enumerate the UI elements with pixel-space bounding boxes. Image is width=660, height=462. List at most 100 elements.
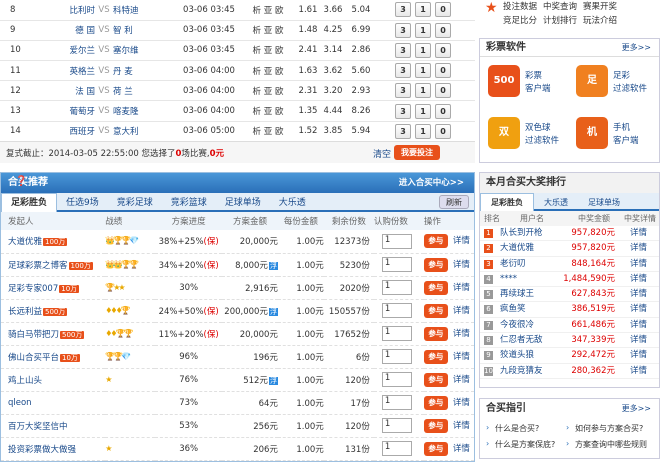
rank-user[interactable]: 今夜很冷 [500, 318, 534, 333]
analysis-links[interactable]: 析 亚 欧 [245, 121, 291, 142]
tab-0[interactable]: 足彩胜负 [1, 193, 58, 212]
rank-user[interactable]: 九段竞猜友 [500, 364, 543, 379]
initiator-name[interactable]: 投资彩票做大做强 [8, 445, 76, 455]
subscribe-input[interactable]: 1 [381, 303, 412, 318]
home-team[interactable]: 西班牙 [40, 121, 95, 142]
app-item[interactable]: 双双色球 过滤软件 [488, 117, 573, 157]
rank-user[interactable]: 老衍叨 [500, 257, 526, 272]
quick-link[interactable]: 赛果开奖 [583, 2, 617, 12]
subscribe-input[interactable]: 1 [381, 257, 412, 272]
subscribe-input[interactable]: 1 [381, 395, 412, 410]
pick-1-button[interactable]: 1 [415, 63, 431, 79]
detail-link[interactable]: 详情 [453, 283, 470, 293]
away-team[interactable]: 意大利 [113, 121, 173, 142]
initiator-name[interactable]: 鸡上山头 [8, 376, 42, 386]
refresh-button[interactable]: 刷新 [439, 195, 469, 209]
rank-tab-0[interactable]: 足彩胜负 [480, 193, 534, 211]
tab-4[interactable]: 足球单场 [216, 194, 270, 213]
rank-user[interactable]: 再续球王 [500, 287, 534, 302]
home-team[interactable]: 比利时 [40, 0, 95, 21]
analysis-links[interactable]: 析 亚 欧 [245, 20, 291, 41]
rank-detail[interactable]: 详情 [630, 287, 647, 302]
analysis-links[interactable]: 析 亚 欧 [245, 40, 291, 62]
subscribe-input[interactable]: 1 [381, 280, 412, 295]
rank-detail[interactable]: 详情 [630, 226, 647, 241]
pick-3-button[interactable]: 3 [395, 103, 411, 119]
join-button[interactable]: 参与 [423, 257, 448, 272]
rank-tab-1[interactable]: 大乐透 [534, 194, 578, 212]
detail-link[interactable]: 详情 [453, 375, 470, 385]
guide-link[interactable]: 如何参与方案合买? [575, 423, 643, 434]
pick-0-button[interactable]: 0 [435, 83, 451, 99]
quick-link[interactable]: 竞足比分 [503, 16, 537, 26]
detail-link[interactable]: 详情 [453, 260, 470, 270]
join-button[interactable]: 参与 [423, 441, 448, 456]
rank-user[interactable]: 疯鱼笑 [500, 302, 526, 317]
analysis-links[interactable]: 析 亚 欧 [245, 60, 291, 82]
join-button[interactable]: 参与 [423, 372, 448, 387]
rank-user[interactable]: 仁忍者无敌 [500, 333, 543, 348]
rank-detail[interactable]: 详情 [630, 302, 647, 317]
join-button[interactable]: 参与 [423, 418, 448, 433]
pick-0-button[interactable]: 0 [435, 2, 451, 18]
rank-detail[interactable]: 详情 [630, 318, 647, 333]
home-team[interactable]: 法 国 [40, 80, 95, 102]
pick-3-button[interactable]: 3 [395, 42, 411, 58]
initiator-name[interactable]: 骑白马带把刀 [8, 330, 59, 340]
app-item[interactable]: 500 彩票 客户端 [488, 65, 573, 105]
detail-link[interactable]: 详情 [453, 306, 470, 316]
pick-3-button[interactable]: 3 [395, 123, 411, 139]
guide-link[interactable]: 方案查询中哪些规则 [575, 439, 647, 450]
initiator-name[interactable]: qleon [8, 398, 32, 408]
rank-detail[interactable]: 详情 [630, 272, 647, 287]
quick-link[interactable]: 投注数据 [503, 2, 537, 12]
pick-1-button[interactable]: 1 [415, 42, 431, 58]
rank-detail[interactable]: 详情 [630, 333, 647, 348]
join-button[interactable]: 参与 [423, 395, 448, 410]
home-team[interactable]: 英格兰 [40, 60, 95, 82]
rank-user[interactable]: 狡道头狼 [500, 348, 534, 363]
tab-1[interactable]: 任选9场 [57, 194, 108, 213]
rank-user[interactable]: **** [500, 272, 517, 287]
join-button[interactable]: 参与 [423, 234, 448, 249]
subscribe-input[interactable]: 1 [381, 372, 412, 387]
pick-0-button[interactable]: 0 [435, 63, 451, 79]
pick-0-button[interactable]: 0 [435, 42, 451, 58]
subscribe-input[interactable]: 1 [381, 349, 412, 364]
rank-user[interactable]: 大道优雅 [500, 241, 534, 256]
initiator-name[interactable]: 长远利益 [8, 307, 42, 317]
away-team[interactable]: 荷 兰 [113, 80, 173, 102]
initiator-name[interactable]: 百万大奖坚信中 [8, 422, 68, 432]
initiator-name[interactable]: 大道优雅 [8, 237, 42, 247]
detail-link[interactable]: 详情 [453, 398, 470, 408]
pick-1-button[interactable]: 1 [415, 123, 431, 139]
away-team[interactable]: 喀麦隆 [113, 100, 173, 122]
quick-link[interactable]: 计划排行 [543, 16, 577, 26]
detail-link[interactable]: 详情 [453, 444, 470, 454]
initiator-name[interactable]: 足球彩票之博客 [8, 261, 68, 271]
rank-tab-2[interactable]: 足球单场 [578, 194, 630, 212]
join-button[interactable]: 参与 [423, 303, 448, 318]
tab-5[interactable]: 大乐透 [270, 194, 315, 213]
tab-3[interactable]: 竞彩篮球 [162, 194, 216, 213]
pick-3-button[interactable]: 3 [395, 83, 411, 99]
detail-link[interactable]: 详情 [453, 352, 470, 362]
rank-detail[interactable]: 详情 [630, 257, 647, 272]
analysis-links[interactable]: 析 亚 欧 [245, 80, 291, 102]
analysis-links[interactable]: 析 亚 欧 [245, 0, 291, 21]
pick-0-button[interactable]: 0 [435, 22, 451, 38]
guide-link[interactable]: 什么是合买? [495, 423, 539, 434]
home-team[interactable]: 爱尔兰 [40, 40, 95, 62]
pick-1-button[interactable]: 1 [415, 22, 431, 38]
subscribe-input[interactable]: 1 [381, 326, 412, 341]
pick-1-button[interactable]: 1 [415, 2, 431, 18]
pick-0-button[interactable]: 0 [435, 103, 451, 119]
join-button[interactable]: 参与 [423, 280, 448, 295]
rank-detail[interactable]: 详情 [630, 348, 647, 363]
quick-link[interactable]: 中奖查询 [543, 2, 577, 12]
software-more-link[interactable]: 更多>> [622, 39, 651, 57]
away-team[interactable]: 丹 麦 [113, 60, 173, 82]
pick-1-button[interactable]: 1 [415, 83, 431, 99]
home-team[interactable]: 葡萄牙 [40, 100, 95, 122]
app-item[interactable]: 足足彩 过滤软件 [576, 65, 660, 105]
